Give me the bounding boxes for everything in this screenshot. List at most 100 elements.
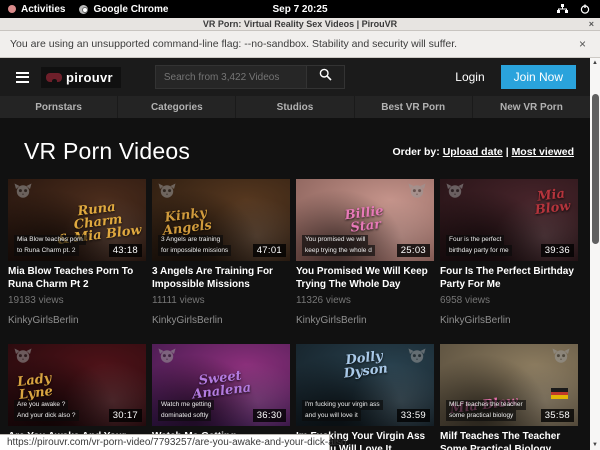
search-button[interactable] bbox=[307, 65, 345, 89]
thumbnail-caption-line1: Mia Blow teaches porn bbox=[14, 235, 86, 246]
site-header: pirouvr Login Join Now bbox=[0, 58, 590, 96]
studio-watermark-icon bbox=[552, 348, 570, 369]
nav-item-studios[interactable]: Studios bbox=[236, 96, 354, 118]
order-by-upload-date-link[interactable]: Upload date bbox=[443, 146, 503, 158]
video-thumbnail[interactable]: Dolly Dyson I'm fucking your virgin ass … bbox=[296, 344, 434, 426]
thumbnail-caption-line2: to Runa Charm pt. 2 bbox=[14, 245, 79, 256]
join-now-button[interactable]: Join Now bbox=[501, 65, 576, 89]
thumbnail-caption-line2: keep trying the whole d bbox=[302, 245, 375, 256]
thumbnail-caption: Watch me getting dominated softly bbox=[158, 400, 214, 422]
studio-link[interactable]: KinkyGirlsBerlin bbox=[296, 315, 434, 326]
studio-watermark-icon bbox=[14, 348, 32, 369]
video-title-link[interactable]: Mia Blow Teaches Porn To Runa Charm Pt 2 bbox=[8, 266, 146, 291]
warning-close-icon[interactable]: × bbox=[579, 37, 590, 51]
video-card: Billie Star You promised we will keep tr… bbox=[296, 179, 434, 326]
order-separator: | bbox=[503, 146, 512, 158]
video-title-link[interactable]: Four Is The Perfect Birthday Party For M… bbox=[440, 266, 578, 291]
video-thumbnail[interactable]: Mia Blow MILF teaches the teacher some p… bbox=[440, 344, 578, 426]
tab-title: VR Porn: Virtual Reality Sex Videos | Pi… bbox=[203, 19, 397, 29]
warning-text: You are using an unsupported command-lin… bbox=[10, 38, 457, 50]
view-count: 11111 views bbox=[152, 295, 290, 306]
nav-item-new-vr-porn[interactable]: New VR Porn bbox=[473, 96, 590, 118]
login-link[interactable]: Login bbox=[449, 66, 490, 88]
main-nav: Pornstars Categories Studios Best VR Por… bbox=[0, 96, 590, 118]
video-thumbnail[interactable]: Mia Blow Four is the perfect birthday pa… bbox=[440, 179, 578, 261]
video-title-link[interactable]: You Promised We Will Keep Trying The Who… bbox=[296, 266, 434, 291]
thumbnail-caption-line2: some practical biology bbox=[446, 410, 516, 421]
nav-item-pornstars[interactable]: Pornstars bbox=[0, 96, 118, 118]
video-title-link[interactable]: 3 Angels Are Training For Impossible Mis… bbox=[152, 266, 290, 291]
site-logo[interactable]: pirouvr bbox=[41, 67, 121, 88]
status-url: https://pirouvr.com/vr-porn-video/779325… bbox=[7, 437, 347, 448]
studio-link[interactable]: KinkyGirlsBerlin bbox=[440, 315, 578, 326]
thumbnail-caption: Mia Blow teaches porn to Runa Charm pt. … bbox=[14, 235, 86, 257]
studio-watermark-icon bbox=[446, 183, 464, 204]
flag-icon bbox=[551, 388, 568, 399]
thumbnail-caption-line2: for impossible missions bbox=[158, 245, 231, 256]
studio-watermark-icon bbox=[158, 348, 176, 369]
thumbnail-caption: MILF teaches the teacher some practical … bbox=[446, 400, 526, 422]
studio-link[interactable]: KinkyGirlsBerlin bbox=[8, 315, 146, 326]
video-card: Kinky Angels 3 Angels are training for i… bbox=[152, 179, 290, 326]
thumbnail-caption-line2: dominated softly bbox=[158, 410, 211, 421]
thumbnail-caption-line1: Are you awake ? bbox=[14, 400, 68, 411]
search-input[interactable] bbox=[155, 65, 307, 89]
view-count: 6958 views bbox=[440, 295, 578, 306]
video-thumbnail[interactable]: Sweet Analena Watch me getting dominated… bbox=[152, 344, 290, 426]
thumbnail-caption-line1: I'm fucking your virgin ass bbox=[302, 400, 383, 411]
nav-item-categories[interactable]: Categories bbox=[118, 96, 236, 118]
duration-badge: 39:36 bbox=[541, 244, 574, 257]
scrollbar-down-arrow-icon[interactable]: ▼ bbox=[590, 440, 600, 450]
video-thumbnail[interactable]: Lady Lyne Are you awake ? And your dick … bbox=[8, 344, 146, 426]
thumbnail-caption-line1: MILF teaches the teacher bbox=[446, 400, 526, 411]
video-title-link[interactable]: Milf Teaches The Teacher Some Practical … bbox=[440, 431, 578, 450]
thumbnail-title-overlay: Lady Lyne bbox=[17, 372, 54, 402]
thumbnail-caption-line1: Four is the perfect bbox=[446, 235, 504, 246]
scrollbar-up-arrow-icon[interactable]: ▲ bbox=[590, 58, 600, 68]
video-card: Mia Blow MILF teaches the teacher some p… bbox=[440, 344, 578, 450]
activities-button[interactable]: Activities bbox=[8, 4, 65, 15]
menu-button[interactable] bbox=[14, 68, 31, 87]
chrome-taskbar-label: Google Chrome bbox=[93, 4, 168, 15]
thumbnail-caption-line2: and you will love it bbox=[302, 410, 361, 421]
thumbnail-caption-line2: And your dick also ? bbox=[14, 410, 79, 421]
notification-dot-icon bbox=[8, 5, 16, 13]
chrome-warning-bar: You are using an unsupported command-lin… bbox=[0, 31, 600, 58]
thumbnail-title-overlay: Dolly Dyson bbox=[296, 344, 434, 386]
video-thumbnail[interactable]: Billie Star You promised we will keep tr… bbox=[296, 179, 434, 261]
order-by-controls: Order by: Upload date | Most viewed bbox=[393, 146, 575, 158]
browser-tab[interactable]: VR Porn: Virtual Reality Sex Videos | Pi… bbox=[0, 18, 600, 31]
thumbnail-caption-line2: birthday party for me bbox=[446, 245, 512, 256]
tab-close-icon[interactable]: × bbox=[589, 19, 594, 29]
video-thumbnail[interactable]: Runa Charm & Mia Blow Mia Blow teaches p… bbox=[8, 179, 146, 261]
studio-link[interactable]: KinkyGirlsBerlin bbox=[152, 315, 290, 326]
power-icon[interactable] bbox=[580, 4, 590, 14]
studio-watermark-icon bbox=[158, 183, 176, 204]
duration-badge: 33:59 bbox=[397, 409, 430, 422]
search-icon bbox=[319, 68, 332, 86]
order-by-label: Order by: bbox=[393, 146, 440, 158]
vr-headset-icon bbox=[46, 73, 62, 82]
duration-badge: 47:01 bbox=[253, 244, 286, 257]
thumbnail-caption-line1: Watch me getting bbox=[158, 400, 214, 411]
thumbnail-caption: Four is the perfect birthday party for m… bbox=[446, 235, 512, 257]
video-thumbnail[interactable]: Kinky Angels 3 Angels are training for i… bbox=[152, 179, 290, 261]
order-by-most-viewed-link[interactable]: Most viewed bbox=[512, 146, 574, 158]
browser-scrollbar[interactable]: ▲ ▼ bbox=[590, 58, 600, 450]
scrollbar-thumb[interactable] bbox=[592, 94, 599, 244]
thumbnail-caption-line1: 3 Angels are training bbox=[158, 235, 223, 246]
activities-label: Activities bbox=[21, 4, 65, 15]
thumbnail-caption-line1: You promised we will bbox=[302, 235, 368, 246]
page-viewport: pirouvr Login Join Now Pornstars Categor… bbox=[0, 58, 590, 450]
desktop-top-bar: Activities Google Chrome Sep 7 20:25 bbox=[0, 0, 600, 18]
duration-badge: 30:17 bbox=[109, 409, 142, 422]
video-grid: Runa Charm & Mia Blow Mia Blow teaches p… bbox=[0, 165, 590, 450]
thumbnail-caption: You promised we will keep trying the who… bbox=[302, 235, 375, 257]
view-count: 11326 views bbox=[296, 295, 434, 306]
network-icon[interactable] bbox=[557, 4, 568, 14]
nav-item-best-vr-porn[interactable]: Best VR Porn bbox=[355, 96, 473, 118]
thumbnail-title-overlay: Mia Blow bbox=[533, 187, 572, 217]
chrome-taskbar-item[interactable]: Google Chrome bbox=[79, 4, 168, 15]
thumbnail-title-overlay: Kinky Angels bbox=[161, 206, 213, 238]
studio-watermark-icon bbox=[14, 183, 32, 204]
